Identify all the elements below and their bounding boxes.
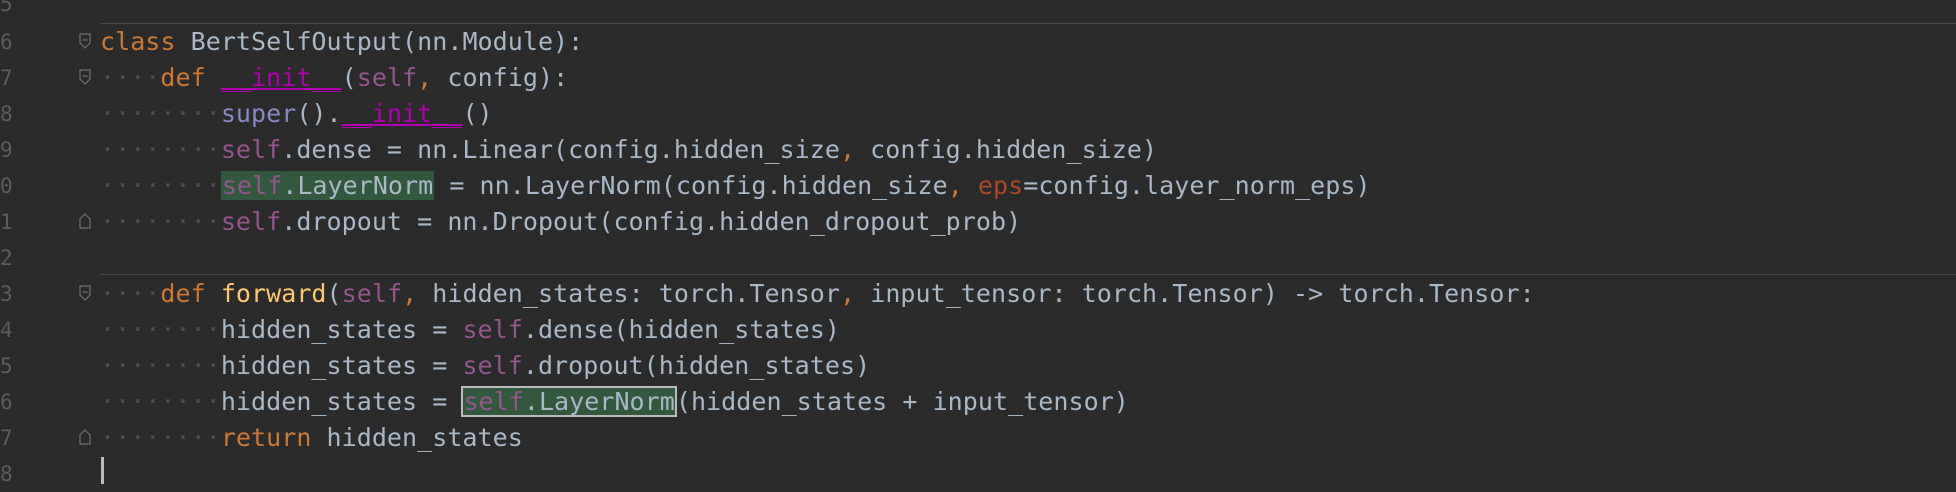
- usage-highlight[interactable]: self.LayerNorm: [220, 171, 435, 200]
- code-text[interactable]: ········super().__init__(): [100, 96, 493, 132]
- code-text[interactable]: ····def forward(self, hidden_states: tor…: [100, 276, 1535, 312]
- code-text[interactable]: ········self.LayerNorm = nn.LayerNorm(co…: [100, 168, 1371, 204]
- code-text[interactable]: ········hidden_states = self.dense(hidde…: [100, 312, 840, 348]
- line-number: 6: [0, 30, 12, 54]
- line-number: 4: [0, 318, 12, 342]
- code-line[interactable]: 7 ········return hidden_states: [0, 420, 1956, 456]
- code-line[interactable]: 0 ········self.LayerNorm = nn.LayerNorm(…: [0, 168, 1956, 204]
- code-text[interactable]: ········self.dropout = nn.Dropout(config…: [100, 204, 1021, 240]
- fold-end-icon[interactable]: [79, 213, 91, 229]
- line-number: 3: [0, 282, 12, 306]
- line-number: 7: [0, 426, 12, 450]
- code-text[interactable]: ········self.dense = nn.Linear(config.hi…: [100, 132, 1157, 168]
- line-number: 8: [0, 462, 12, 486]
- line-number: 5: [0, 0, 12, 16]
- line-number: 5: [0, 354, 12, 378]
- code-line[interactable]: 4 ········hidden_states = self.dense(hid…: [0, 312, 1956, 348]
- line-number: 9: [0, 138, 12, 162]
- code-editor[interactable]: 5 6 class BertSelfOutput(nn.Module): 7 ·…: [0, 0, 1956, 486]
- code-line[interactable]: 9 ········self.dense = nn.Linear(config.…: [0, 132, 1956, 168]
- text-caret: [101, 457, 104, 484]
- code-line[interactable]: 6 class BertSelfOutput(nn.Module):: [0, 24, 1956, 60]
- code-line[interactable]: 3 ····def forward(self, hidden_states: t…: [0, 276, 1956, 312]
- code-line[interactable]: 7 ····def __init__(self, config):: [0, 60, 1956, 96]
- fold-collapse-icon[interactable]: [79, 33, 91, 49]
- code-text[interactable]: ········hidden_states = self.dropout(hid…: [100, 348, 870, 384]
- fold-collapse-icon[interactable]: [79, 285, 91, 301]
- line-number: 0: [0, 174, 12, 198]
- fold-collapse-icon[interactable]: [79, 69, 91, 85]
- code-line[interactable]: 8: [0, 456, 1956, 492]
- line-number: 8: [0, 102, 12, 126]
- fold-end-icon[interactable]: [79, 429, 91, 445]
- code-text[interactable]: class BertSelfOutput(nn.Module):: [100, 24, 583, 60]
- line-number: 2: [0, 246, 12, 270]
- code-text[interactable]: ········return hidden_states: [100, 420, 523, 456]
- code-line[interactable]: 5 ········hidden_states = self.dropout(h…: [0, 348, 1956, 384]
- line-number: 1: [0, 210, 12, 234]
- code-text[interactable]: ········hidden_states = self.LayerNorm(h…: [100, 384, 1129, 420]
- code-line[interactable]: 2: [0, 240, 1956, 276]
- usage-highlight-selected[interactable]: self.LayerNorm: [461, 386, 677, 417]
- code-text[interactable]: ····def __init__(self, config):: [100, 60, 568, 96]
- code-line[interactable]: 1 ········self.dropout = nn.Dropout(conf…: [0, 204, 1956, 240]
- line-number: 6: [0, 390, 12, 414]
- code-line[interactable]: 5: [0, 0, 1956, 22]
- code-line[interactable]: 6 ········hidden_states = self.LayerNorm…: [0, 384, 1956, 420]
- code-line[interactable]: 8 ········super().__init__(): [0, 96, 1956, 132]
- line-number: 7: [0, 66, 12, 90]
